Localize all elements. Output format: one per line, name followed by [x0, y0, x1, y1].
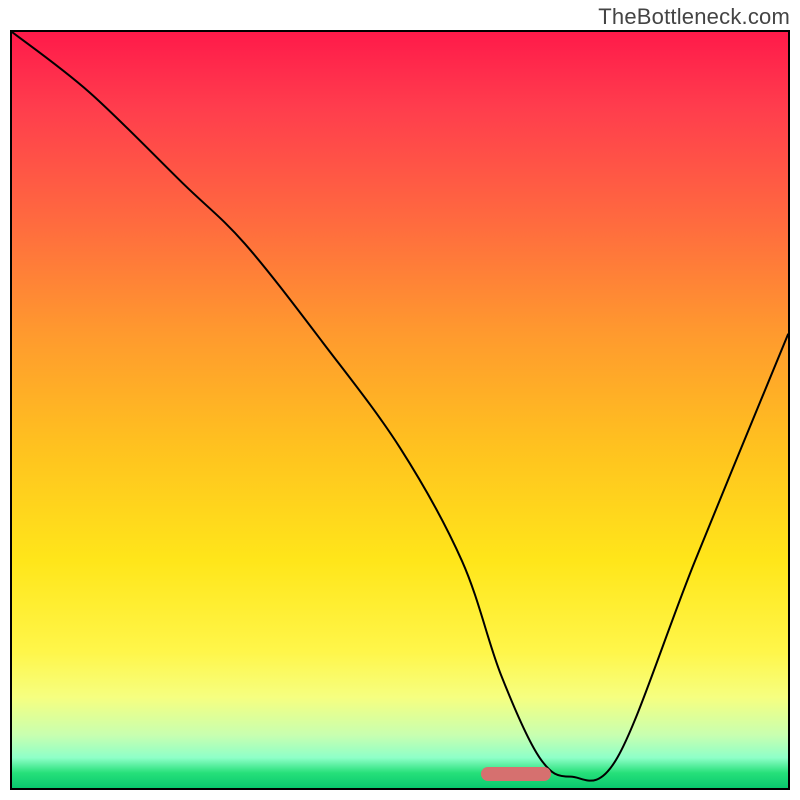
watermark-text: TheBottleneck.com	[598, 4, 790, 30]
bottleneck-curve-path	[12, 32, 788, 781]
optimal-marker	[481, 767, 551, 781]
figure-wrap: TheBottleneck.com	[0, 0, 800, 800]
curve-svg	[12, 32, 788, 788]
plot-frame	[10, 30, 790, 790]
